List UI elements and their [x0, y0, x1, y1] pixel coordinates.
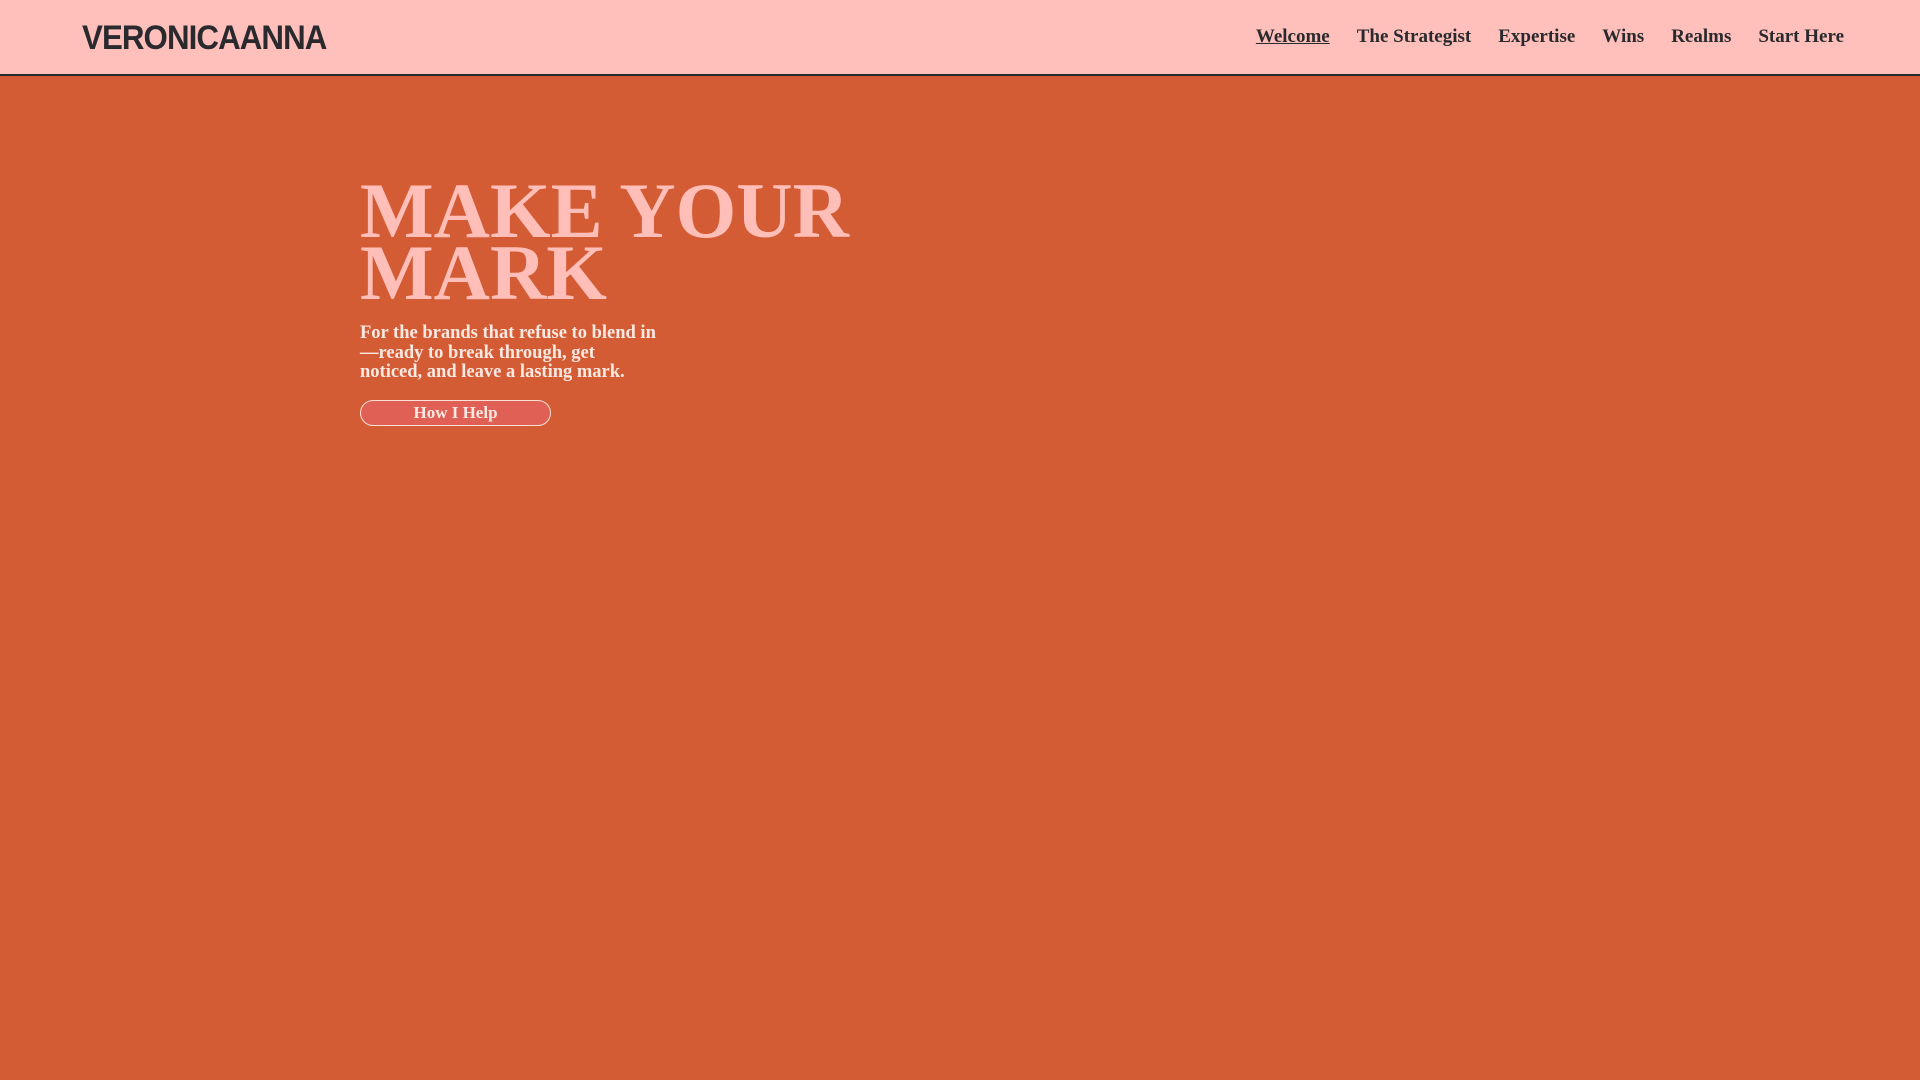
main-nav: Welcome The Strategist Expertise Wins Re…: [1256, 26, 1844, 48]
how-i-help-button[interactable]: How I Help: [360, 399, 551, 426]
nav-wins[interactable]: Wins: [1602, 26, 1644, 48]
nav-realms[interactable]: Realms: [1671, 26, 1731, 48]
logo[interactable]: VERONICAANNA: [82, 20, 327, 56]
nav-the-strategist[interactable]: The Strategist: [1357, 26, 1472, 48]
nav-expertise[interactable]: Expertise: [1498, 26, 1575, 48]
hero-title: MAKE YOUR MARK: [360, 172, 880, 312]
hero-subtitle: For the brands that refuse to blend in —…: [360, 323, 656, 382]
site-header: VERONICAANNA Welcome The Strategist Expe…: [0, 0, 1920, 76]
nav-welcome[interactable]: Welcome: [1256, 26, 1330, 48]
nav-start-here[interactable]: Start Here: [1758, 26, 1844, 48]
hero: MAKE YOUR MARK For the brands that refuse…: [360, 172, 880, 426]
title-line-2: MARK: [360, 229, 607, 316]
